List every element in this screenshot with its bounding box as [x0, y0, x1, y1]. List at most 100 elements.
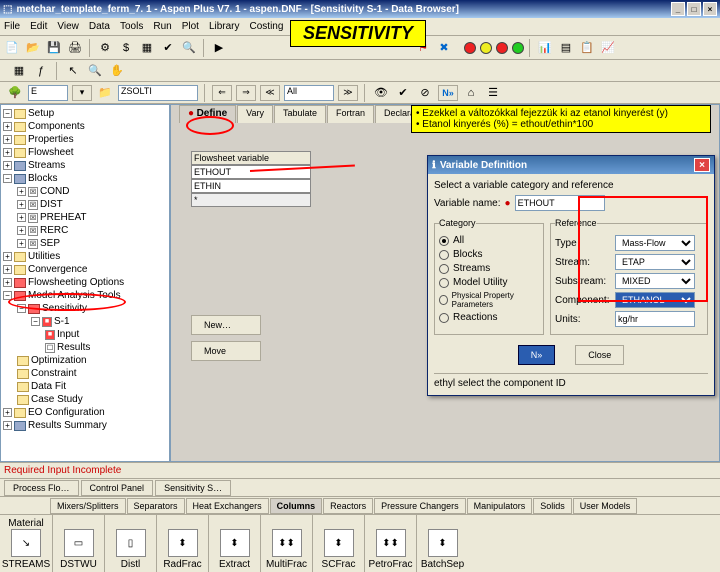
move-button[interactable]: Move	[191, 341, 261, 361]
folder-icon[interactable]: 📁	[96, 84, 114, 102]
stop-icon[interactable]: ⊘	[416, 84, 434, 102]
distl-icon[interactable]: ▯	[116, 529, 146, 557]
table-row-empty[interactable]: *	[191, 193, 311, 207]
btab-control[interactable]: Control Panel	[81, 480, 154, 496]
minimize-button[interactable]: _	[671, 2, 685, 16]
nav-filter[interactable]: All	[284, 85, 334, 101]
ptab-manip[interactable]: Manipulators	[467, 498, 533, 514]
menu-run[interactable]: Run	[153, 21, 171, 32]
find-icon[interactable]: 🔍	[180, 39, 198, 57]
ptab-solids[interactable]: Solids	[533, 498, 572, 514]
tree-s1-input[interactable]: Input	[57, 329, 79, 340]
dialog-close-btn[interactable]: Close	[575, 345, 624, 365]
hand-icon[interactable]: ✋	[108, 62, 126, 80]
tab-fortran[interactable]: Fortran	[327, 105, 374, 123]
menu-plot[interactable]: Plot	[182, 21, 199, 32]
tree-blocks[interactable]: Blocks	[28, 173, 57, 184]
menu-edit[interactable]: Edit	[30, 21, 47, 32]
radfrac-icon[interactable]: ⬍	[168, 529, 198, 557]
units-input[interactable]	[615, 311, 695, 327]
nav-next-button[interactable]: N»	[438, 85, 458, 101]
extract-icon[interactable]: ⬍	[220, 529, 250, 557]
menu-tools[interactable]: Tools	[120, 21, 143, 32]
ptab-columns[interactable]: Columns	[270, 498, 323, 514]
tree-panel[interactable]: −Setup +Components +Properties +Flowshee…	[0, 104, 170, 462]
cost-icon[interactable]: $	[117, 39, 135, 57]
tree-s1-results[interactable]: Results	[57, 342, 90, 353]
radio-physprop[interactable]	[439, 295, 448, 305]
tree-rerc[interactable]: RERC	[40, 225, 68, 236]
variable-table[interactable]: Flowsheet variable ETHOUT ETHIN *	[191, 151, 311, 207]
menu-data[interactable]: Data	[89, 21, 110, 32]
radio-reactions[interactable]	[439, 313, 449, 323]
batchsep-icon[interactable]: ⬍	[428, 529, 458, 557]
radio-all[interactable]	[439, 236, 449, 246]
tree-utilities[interactable]: Utilities	[28, 251, 60, 262]
radio-streams[interactable]	[439, 264, 449, 274]
check-icon[interactable]: ✔	[159, 39, 177, 57]
tree-components[interactable]: Components	[28, 121, 85, 132]
radio-modelutil[interactable]	[439, 278, 449, 288]
cancel-icon[interactable]: ✖	[435, 39, 453, 57]
tree-results[interactable]: Results Summary	[28, 420, 107, 431]
ptab-heatex[interactable]: Heat Exchangers	[186, 498, 269, 514]
nav-dropdown[interactable]: ▾	[72, 85, 92, 101]
play-icon[interactable]: ▶	[210, 39, 228, 57]
close-button[interactable]: ×	[703, 2, 717, 16]
radio-blocks[interactable]	[439, 250, 449, 260]
tree-opt[interactable]: Optimization	[31, 355, 87, 366]
tree-streams[interactable]: Streams	[28, 160, 65, 171]
eye-icon[interactable]: 👁	[372, 84, 390, 102]
menu-view[interactable]: View	[57, 21, 79, 32]
zoom-icon[interactable]: 🔍	[86, 62, 104, 80]
btab-sensitivity[interactable]: Sensitivity S…	[155, 480, 231, 496]
dstwu-icon[interactable]: ▭	[64, 529, 94, 557]
table-icon[interactable]: ▦	[138, 39, 156, 57]
report-icon[interactable]: 📋	[578, 39, 596, 57]
home-icon[interactable]: ⌂	[462, 84, 480, 102]
nav-back[interactable]: ⇐	[212, 85, 232, 101]
tree-dist[interactable]: DIST	[40, 199, 63, 210]
print-icon[interactable]: 🖨	[66, 39, 84, 57]
tree-flowopt[interactable]: Flowsheeting Options	[28, 277, 124, 288]
tree-eoconfig[interactable]: EO Configuration	[28, 407, 105, 418]
open-icon[interactable]: 📂	[24, 39, 42, 57]
graph-icon[interactable]: 📈	[599, 39, 617, 57]
multifrac-icon[interactable]: ⬍⬍	[272, 529, 302, 557]
scfrac-icon[interactable]: ⬍	[324, 529, 354, 557]
tree-datafit[interactable]: Data Fit	[31, 381, 66, 392]
nav-combo-1[interactable]: E	[28, 85, 68, 101]
ptab-mixers[interactable]: Mixers/Splitters	[50, 498, 126, 514]
dialog-close-button[interactable]: ×	[694, 158, 710, 172]
cursor-icon[interactable]: ↖	[64, 62, 82, 80]
maximize-button[interactable]: □	[687, 2, 701, 16]
new-icon[interactable]: 📄	[3, 39, 21, 57]
ptab-separators[interactable]: Separators	[127, 498, 185, 514]
ptab-reactors[interactable]: Reactors	[323, 498, 373, 514]
save-icon[interactable]: 💾	[45, 39, 63, 57]
tree-properties[interactable]: Properties	[28, 134, 74, 145]
tree-constraint[interactable]: Constraint	[31, 368, 77, 379]
btab-process[interactable]: Process Flo…	[4, 480, 79, 496]
tree-convergence[interactable]: Convergence	[28, 264, 87, 275]
nav-last[interactable]: ≫	[338, 85, 358, 101]
nav-combo-owner[interactable]: ZSOLTI	[118, 85, 198, 101]
grid-icon[interactable]: ▤	[557, 39, 575, 57]
menu-library[interactable]: Library	[209, 21, 240, 32]
list-icon[interactable]: ☰	[484, 84, 502, 102]
val-icon[interactable]: ✔	[394, 84, 412, 102]
dialog-titlebar[interactable]: ℹ Variable Definition ×	[428, 156, 714, 174]
table-row[interactable]: ETHIN	[191, 179, 311, 193]
new-button[interactable]: New…	[191, 315, 261, 335]
tree-preheat[interactable]: PREHEAT	[40, 212, 87, 223]
dialog-next-button[interactable]: N»	[518, 345, 556, 365]
func-icon[interactable]: ƒ	[32, 62, 50, 80]
tree-casestudy[interactable]: Case Study	[31, 394, 83, 405]
ptab-pressure[interactable]: Pressure Changers	[374, 498, 466, 514]
tree-sep[interactable]: SEP	[40, 238, 60, 249]
palette-streams-label[interactable]: STREAMS	[2, 559, 50, 570]
tab-vary[interactable]: Vary	[237, 105, 273, 123]
streams-icon[interactable]: ↘	[11, 529, 41, 557]
petrofrac-icon[interactable]: ⬍⬍	[376, 529, 406, 557]
tree-s1[interactable]: S-1	[54, 316, 70, 327]
